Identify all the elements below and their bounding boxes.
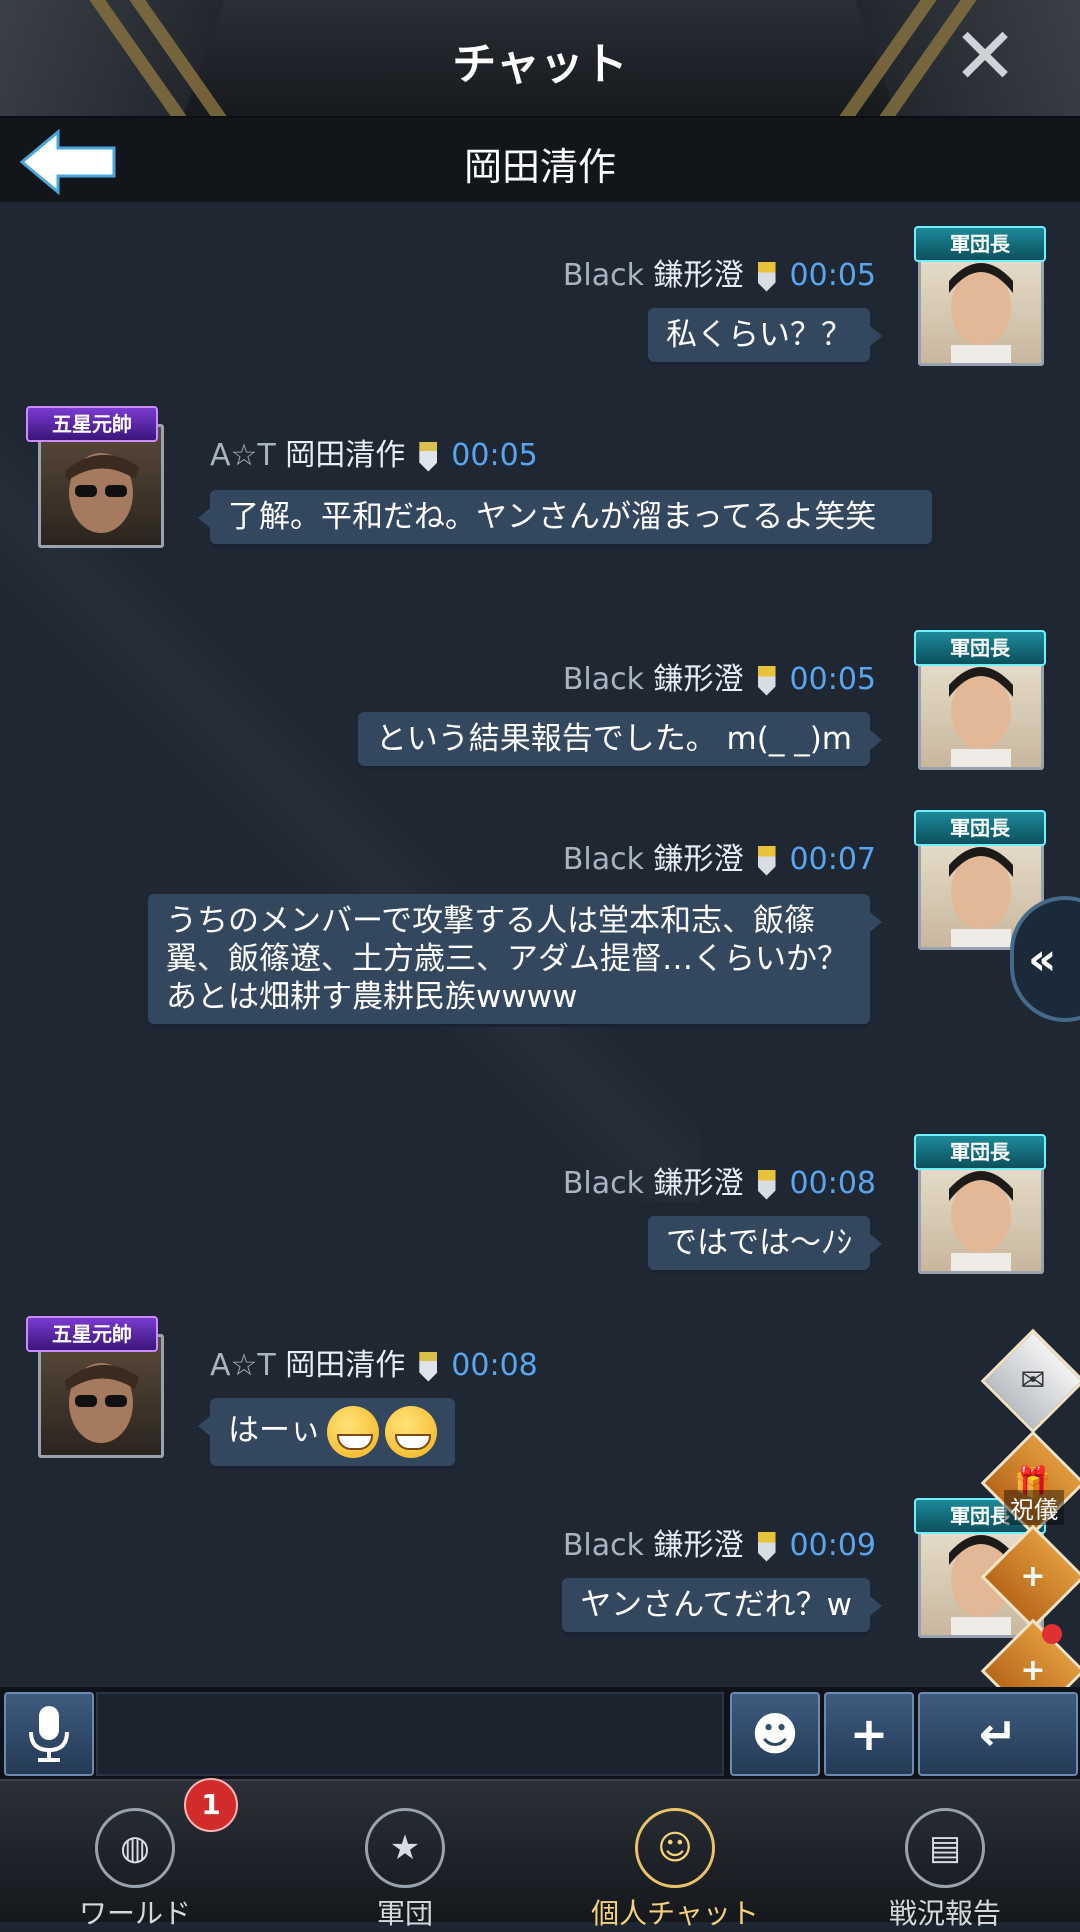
rank-badge: 軍団長 — [914, 226, 1046, 262]
medal-icon — [757, 1169, 776, 1200]
tab-legion[interactable]: ★ 軍団 — [270, 1790, 540, 1930]
message-text: はーぃ — [228, 1412, 321, 1449]
medal-icon — [419, 441, 438, 472]
message-meta: Black 鎌形澄 00:05 — [563, 250, 876, 294]
medal-icon — [757, 845, 776, 876]
sender-prefix: Black — [562, 1166, 644, 1201]
message-bubble[interactable]: ではでは～ﾉｼ — [648, 1216, 882, 1270]
message-meta: A☆T 岡田清作 00:08 — [210, 1340, 538, 1384]
plus-icon[interactable]: + — [824, 1692, 914, 1776]
page-title: チャット — [452, 39, 628, 90]
message-meta: A☆T 岡田清作 00:05 — [210, 430, 538, 474]
medal-icon — [757, 1531, 776, 1562]
tab-label: ワールド — [78, 1897, 191, 1930]
rank-badge: 五星元帥 — [26, 406, 158, 442]
sender-name: 岡田清作 — [285, 1348, 406, 1383]
notification-badge: 1 — [184, 1778, 238, 1832]
grin-emoji-icon — [385, 1406, 437, 1458]
timestamp: 00:09 — [789, 1528, 876, 1563]
grin-emoji-icon — [327, 1406, 379, 1458]
tab-personal-chat[interactable]: ☺ 個人チャット — [540, 1790, 810, 1930]
timestamp: 00:05 — [451, 438, 538, 473]
sender-prefix: A☆T — [210, 438, 276, 473]
message-bubble[interactable]: 私くらい？？ — [648, 308, 882, 362]
personal-chat-icon: ☺ — [635, 1808, 715, 1888]
avatar[interactable] — [38, 1334, 164, 1458]
sender-prefix: Black — [562, 842, 644, 877]
sender-prefix: Black — [562, 258, 644, 293]
sender-name: 鎌形澄 — [653, 258, 744, 293]
medal-icon — [757, 665, 776, 696]
tab-battle-report[interactable]: ▤ 戦況報告 — [810, 1790, 1080, 1930]
microphone-icon[interactable] — [4, 1692, 94, 1776]
enter-icon[interactable]: ↵ — [918, 1692, 1078, 1776]
timestamp: 00:08 — [451, 1348, 538, 1383]
rank-badge: 軍団長 — [914, 630, 1046, 666]
message-bubble[interactable]: うちのメンバーで攻撃する人は堂本和志、飯篠翼、飯篠遼、土方歳三、アダム提督…くら… — [148, 894, 882, 1024]
rank-badge: 五星元帥 — [26, 1316, 158, 1352]
timestamp: 00:05 — [789, 258, 876, 293]
message-bubble[interactable]: ヤンさんてだれ？w — [562, 1578, 882, 1632]
sender-name: 鎌形澄 — [653, 842, 744, 877]
sender-name: 鎌形澄 — [653, 1528, 744, 1563]
sender-prefix: Black — [562, 1528, 644, 1563]
timestamp: 00:05 — [789, 662, 876, 697]
message-meta: Black 鎌形澄 00:07 — [563, 834, 876, 878]
legion-star-icon: ★ — [365, 1808, 445, 1888]
message-meta: Black 鎌形澄 00:08 — [563, 1158, 876, 1202]
message-bubble[interactable]: はーぃ — [198, 1398, 455, 1466]
message-bubble[interactable]: という結果報告でした。 m(_ _)m — [357, 712, 883, 766]
tab-label: 個人チャット — [591, 1897, 759, 1930]
medal-icon — [757, 261, 776, 292]
avatar[interactable] — [38, 424, 164, 548]
rank-badge: 軍団長 — [914, 1134, 1046, 1170]
sender-name: 鎌形澄 — [653, 662, 744, 697]
gift-label: 祝儀 — [1004, 1490, 1064, 1525]
timestamp: 00:08 — [789, 1166, 876, 1201]
message-input[interactable] — [96, 1692, 724, 1776]
sender-name: 鎌形澄 — [653, 1166, 744, 1201]
tab-label: 軍団 — [376, 1897, 433, 1930]
close-icon[interactable]: ✕ — [950, 18, 1020, 96]
timestamp: 00:07 — [789, 842, 876, 877]
tab-label: 戦況報告 — [888, 1897, 1001, 1930]
globe-chat-icon: ◍ — [95, 1808, 175, 1888]
sender-prefix: Black — [562, 662, 644, 697]
medal-icon — [419, 1351, 438, 1382]
rank-badge: 軍団長 — [914, 810, 1046, 846]
conversation-title: 岡田清作 — [463, 145, 616, 189]
message-bubble[interactable]: 了解。平和だね。ヤンさんが溜まってるよ笑笑 — [198, 490, 932, 544]
message-meta: Black 鎌形澄 00:05 — [563, 654, 876, 698]
report-clipboard-icon: ▤ — [905, 1808, 985, 1888]
smiley-icon[interactable]: ☻ — [730, 1692, 820, 1776]
message-meta: Black 鎌形澄 00:09 — [563, 1520, 876, 1564]
sender-name: 岡田清作 — [285, 438, 406, 473]
sender-prefix: A☆T — [210, 1348, 276, 1383]
chat-area[interactable]: 軍団長 Black 鎌形澄 00:05 私くらい？？ 五星元帥 A☆T 岡田清作 0… — [0, 202, 1080, 1687]
notification-dot — [1042, 1624, 1062, 1644]
